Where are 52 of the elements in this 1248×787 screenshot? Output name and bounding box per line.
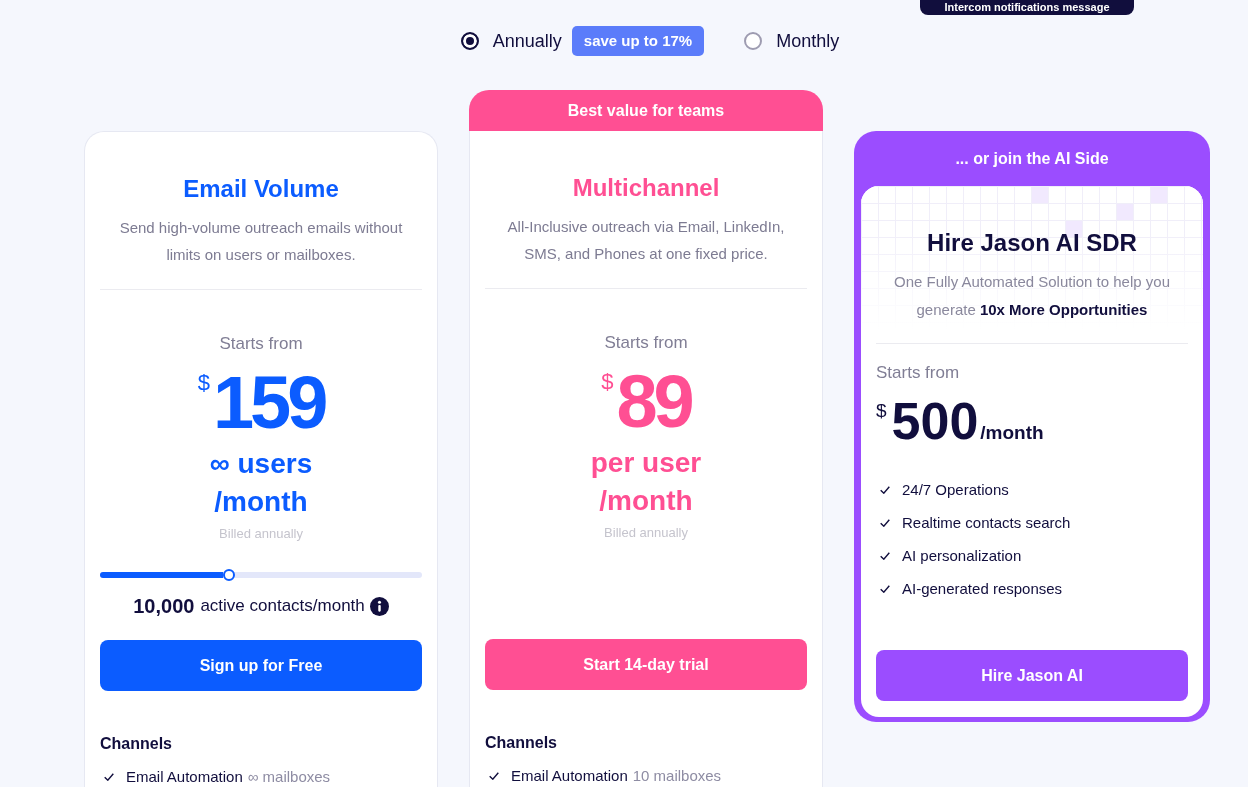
feature-detail: ∞ mailboxes bbox=[247, 768, 331, 786]
currency-symbol: $ bbox=[601, 371, 614, 396]
plan-description: All-Inclusive outreach via Email, LinkedIn, SMS, and Phones at one fixed price. bbox=[506, 217, 786, 264]
price-amount: 159 bbox=[212, 366, 325, 440]
radio-button[interactable] bbox=[460, 32, 479, 50]
price-label: Starts from bbox=[603, 332, 689, 354]
check-icon bbox=[880, 584, 890, 593]
cta-button[interactable]: Hire Jason AI bbox=[876, 650, 1188, 701]
price-amount: 500 bbox=[891, 393, 979, 449]
check-icon bbox=[880, 485, 890, 494]
ribbon-banner: Best value for teams bbox=[469, 90, 823, 131]
plan-description: Send high-volume outreach emails without limits on users or mailboxes. bbox=[118, 218, 404, 265]
count-label: active contacts/month bbox=[200, 596, 365, 616]
billing-note: Billed annually bbox=[219, 525, 303, 543]
feature-label: 24/7 Operations bbox=[902, 481, 1009, 498]
currency-symbol: $ bbox=[197, 372, 210, 397]
currency-symbol: $ bbox=[876, 401, 887, 420]
cta-button[interactable]: Start 14-day trial bbox=[485, 639, 807, 690]
info-icon[interactable] bbox=[369, 596, 389, 616]
price-amount: 89 bbox=[616, 365, 691, 439]
feature-label: Email Automation bbox=[511, 767, 628, 785]
price-unit: /month bbox=[980, 422, 1044, 444]
notification-tooltip: Intercom notifications message bbox=[920, 0, 1134, 15]
check-icon bbox=[489, 772, 499, 780]
section-heading: Channels bbox=[100, 734, 173, 754]
feature-label: Email Automation bbox=[126, 768, 243, 786]
slider-thumb[interactable] bbox=[222, 569, 235, 581]
price-unit: ∞ users /month bbox=[208, 447, 314, 519]
option-label[interactable]: Annually bbox=[492, 29, 562, 53]
plan-title: Multichannel bbox=[571, 173, 721, 203]
discount-badge: save up to 17% bbox=[571, 26, 705, 56]
section-heading: Channels bbox=[485, 733, 558, 753]
contact-count: 10,000 bbox=[133, 594, 195, 618]
feature-label: AI-generated responses bbox=[902, 580, 1063, 597]
check-icon bbox=[880, 518, 890, 527]
option-label[interactable]: Monthly bbox=[776, 29, 840, 53]
radio-button[interactable] bbox=[744, 32, 763, 50]
plan-title: Email Volume bbox=[182, 174, 340, 204]
plan-description: One Fully Automated Solution to help you generate 10x More Opportunities bbox=[893, 272, 1171, 320]
banner-title: ... or join the AI Side bbox=[954, 149, 1110, 169]
price-label: Starts from bbox=[876, 362, 961, 384]
slider-track[interactable] bbox=[100, 572, 422, 578]
check-icon bbox=[104, 773, 114, 781]
plan-title: Hire Jason AI SDR bbox=[926, 228, 1138, 258]
price-label: Starts from bbox=[218, 333, 304, 355]
billing-note: Billed annually bbox=[604, 524, 688, 542]
feature-detail: 10 mailboxes bbox=[632, 767, 722, 785]
check-icon bbox=[880, 551, 890, 560]
feature-label: AI personalization bbox=[902, 547, 1022, 564]
feature-label: Realtime contacts search bbox=[902, 514, 1071, 531]
price-unit: per user /month bbox=[589, 446, 703, 518]
cta-button[interactable]: Sign up for Free bbox=[100, 640, 422, 691]
